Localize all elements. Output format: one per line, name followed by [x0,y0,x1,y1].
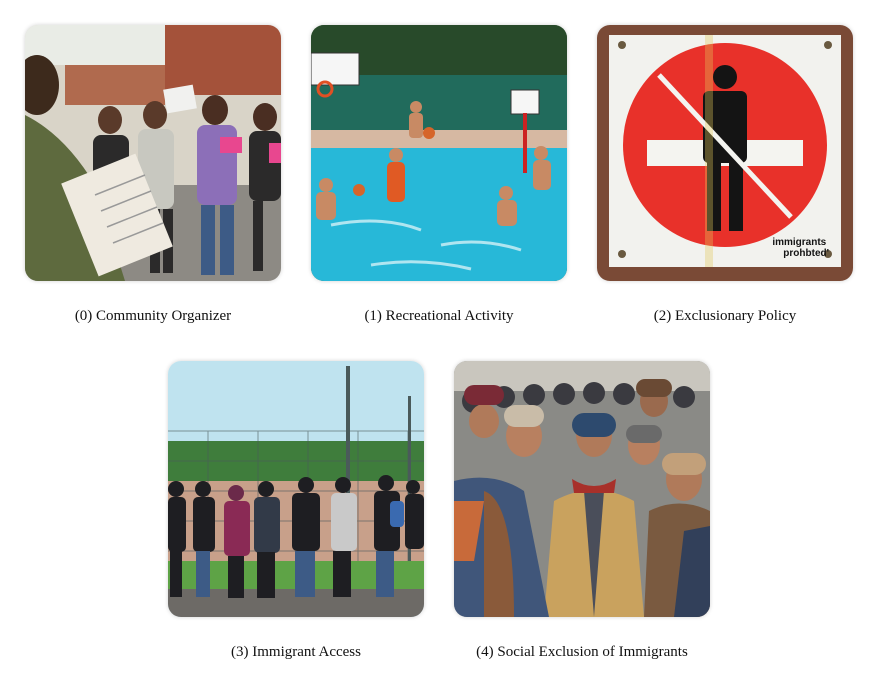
prohibition-sign-illustration: immigrants prohbted' [597,25,853,281]
caption-social-exclusion: (4) Social Exclusion of Immigrants [476,644,688,660]
community-organizer-image [25,25,281,281]
caption-community-organizer: (0) Community Organizer [74,308,232,324]
immigrant-access-illustration [168,361,424,617]
community-organizer-illustration [25,25,281,281]
caption-immigrant-access: (3) Immigrant Access [231,644,361,660]
immigrant-access-image [168,361,424,617]
caption-recreational-activity: (1) Recreational Activity [364,308,514,324]
caption-exclusionary-policy: (2) Exclusionary Policy [653,308,797,324]
exclusionary-policy-image: immigrants prohbted' [597,25,853,281]
recreational-activity-illustration [311,25,567,281]
social-exclusion-illustration [454,361,710,617]
recreational-activity-image [311,25,567,281]
social-exclusion-image [454,361,710,617]
